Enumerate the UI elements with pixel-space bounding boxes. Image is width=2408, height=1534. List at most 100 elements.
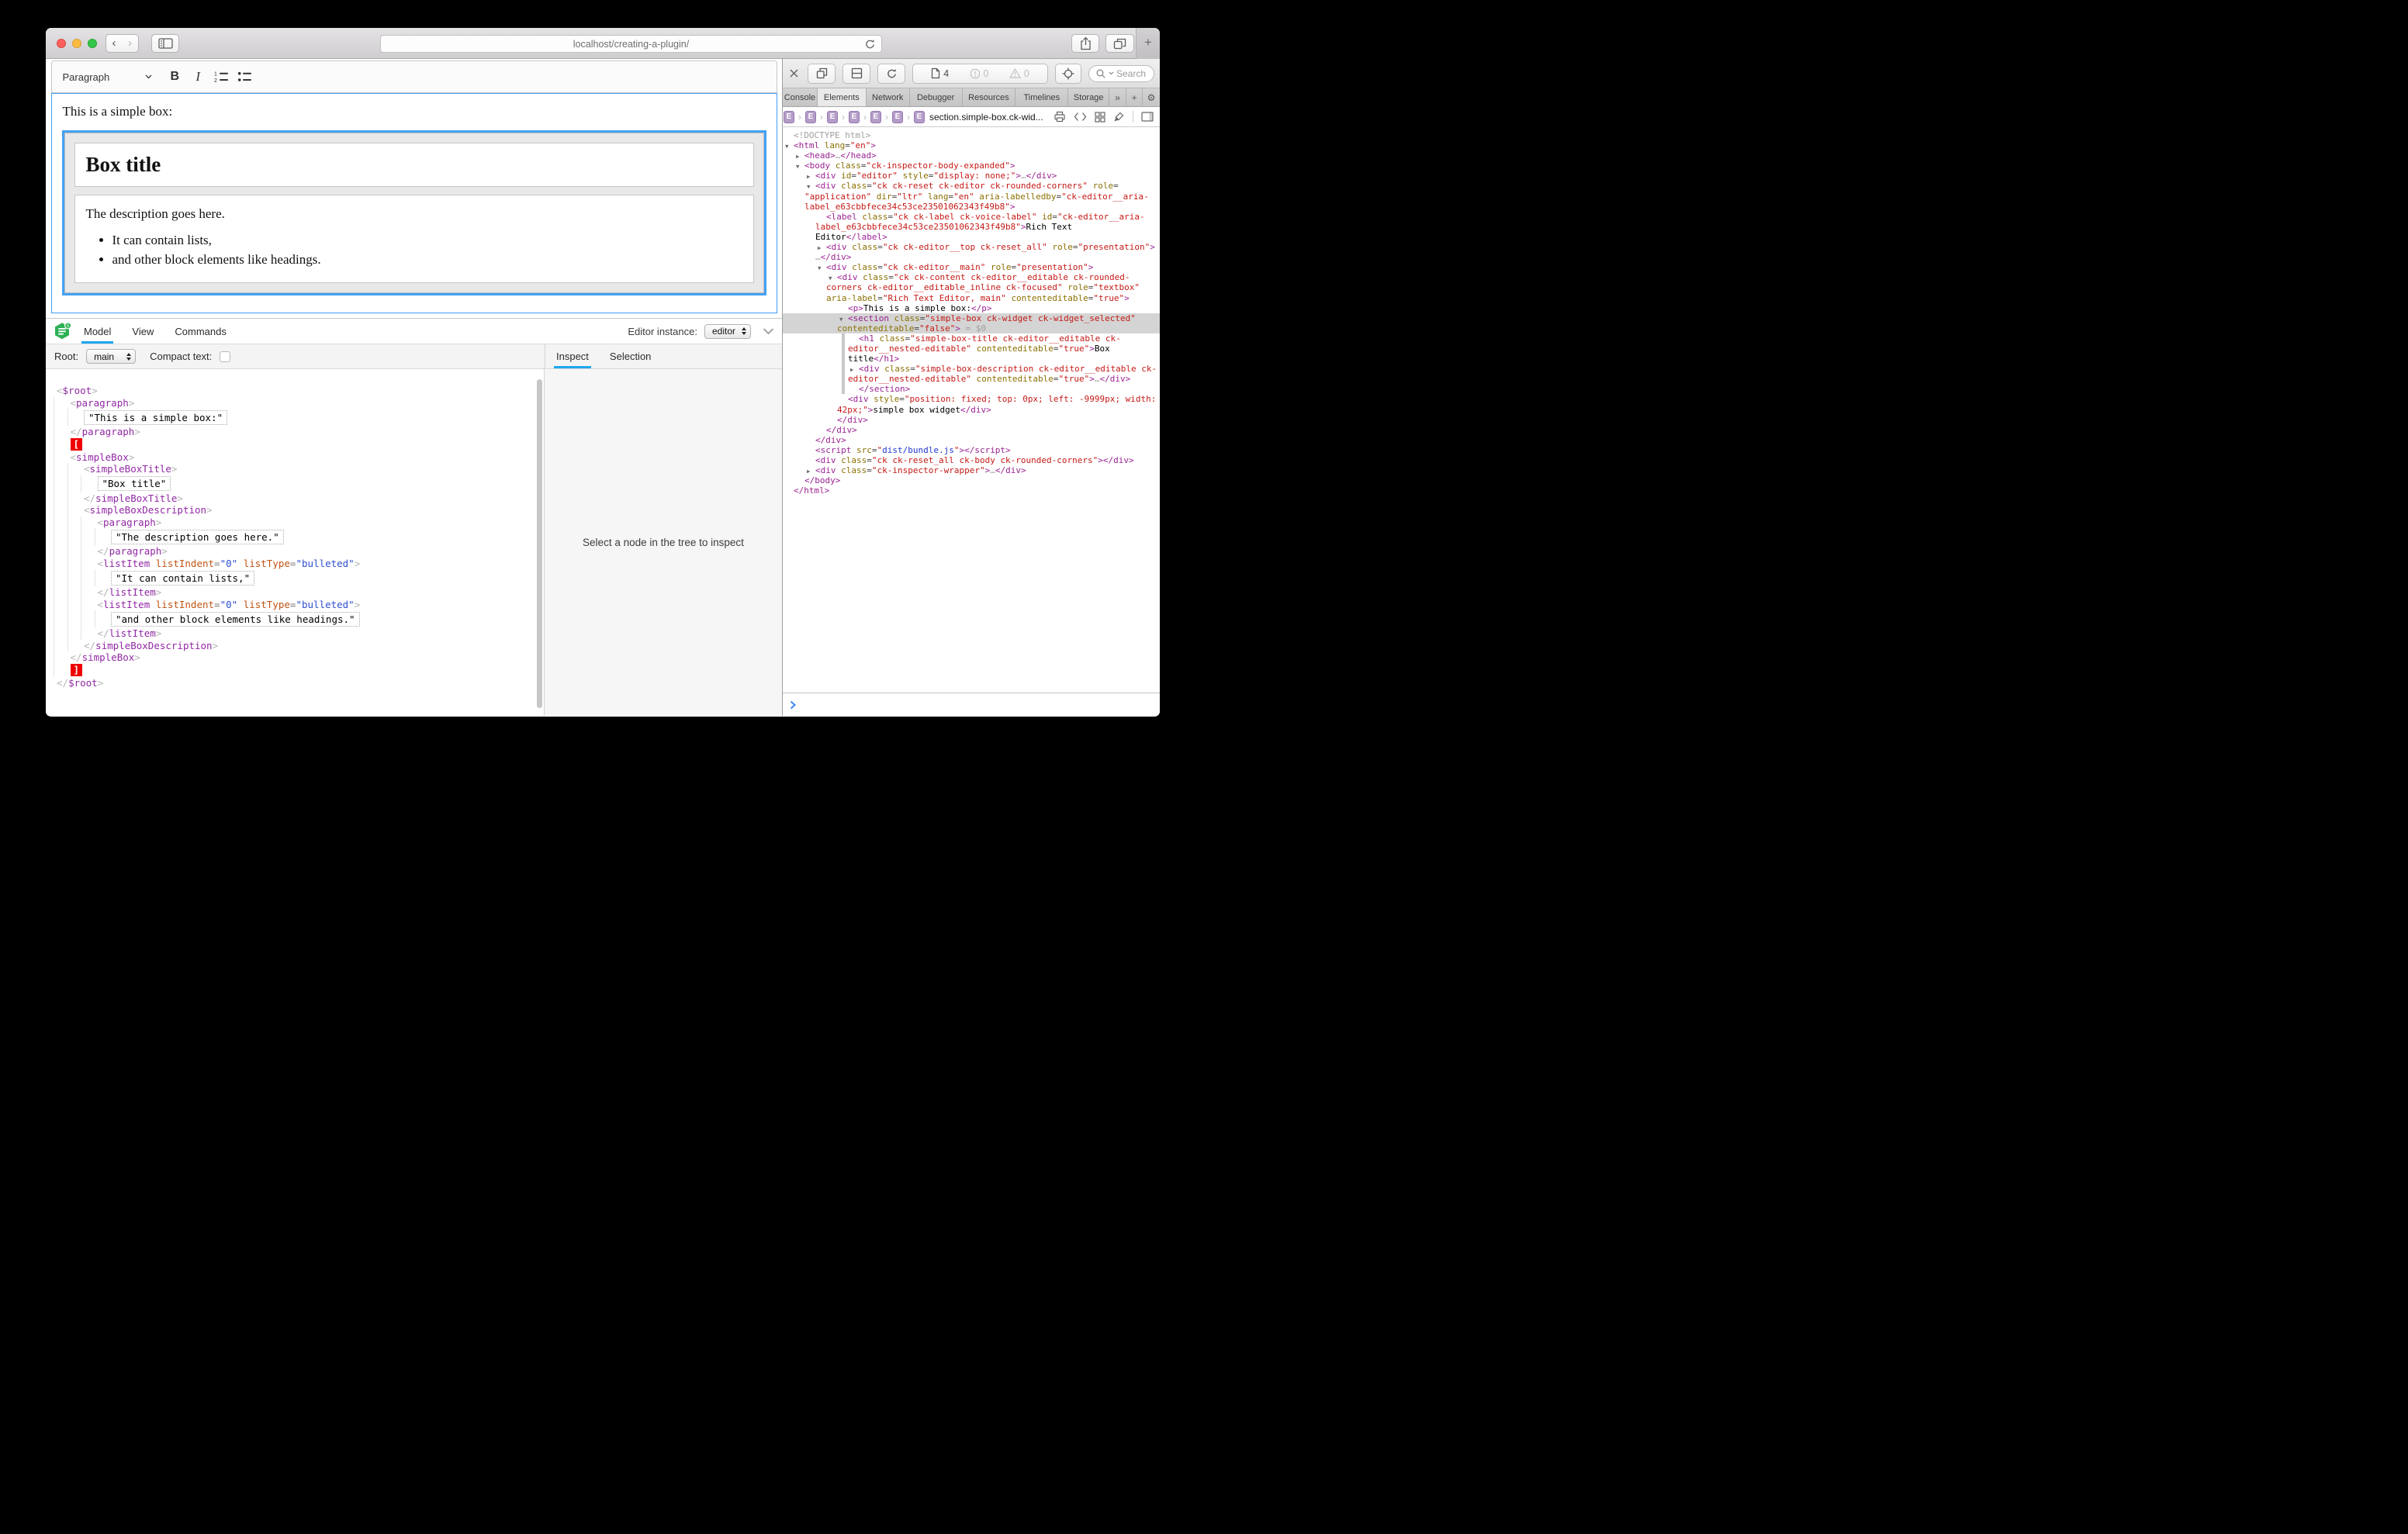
breadcrumb-element-badge[interactable]: E	[849, 111, 860, 123]
model-node-simpleBoxDescription[interactable]: </simpleBoxDescription>	[84, 640, 544, 652]
new-tab-button[interactable]: +	[1136, 28, 1160, 59]
dom-line[interactable]: ▶<head>…</head>	[783, 150, 1160, 161]
detail-tab-inspect[interactable]: Inspect	[556, 344, 589, 368]
dom-line[interactable]: ▼<div class="ck ck-content ck-editor__ed…	[783, 272, 1160, 282]
dom-line[interactable]: editor__nested-editable" contenteditable…	[783, 344, 1160, 354]
share-button[interactable]	[1071, 34, 1099, 53]
dom-line[interactable]: "application" dir="ltr" lang="en" aria-l…	[783, 192, 1160, 202]
dom-line[interactable]: …</div>	[783, 252, 1160, 262]
close-window-button[interactable]	[57, 39, 66, 48]
issues-group[interactable]: 4 0 0	[912, 64, 1048, 84]
dom-line[interactable]: </div>	[783, 425, 1160, 435]
dock-side-button[interactable]	[808, 64, 836, 84]
bulleted-list-button[interactable]	[233, 65, 256, 88]
model-node-simpleBox[interactable]: </simpleBox>	[71, 651, 545, 664]
model-node-simpleBoxTitle[interactable]: <simpleBoxTitle>	[84, 463, 544, 475]
root-select[interactable]: main	[86, 349, 136, 364]
devtools-tab-timelines[interactable]: Timelines	[1015, 88, 1068, 106]
model-node-simpleBoxTitle[interactable]: </simpleBoxTitle>	[84, 492, 544, 505]
editor-editable-area[interactable]: This is a simple box: Box title The desc…	[51, 93, 777, 313]
details-sidebar-icon[interactable]	[1141, 112, 1154, 122]
model-text-node[interactable]: "and other block elements like headings.…	[111, 610, 544, 627]
model-node-listItem[interactable]: <listItem listIndent="0" listType="bulle…	[98, 558, 545, 570]
devtools-tab-storage[interactable]: Storage	[1068, 88, 1109, 106]
sidebar-button[interactable]	[151, 34, 179, 53]
model-text-node[interactable]: "It can contain lists,"	[111, 569, 544, 586]
model-text-node[interactable]: "Box title"	[98, 475, 545, 492]
model-node-listItem[interactable]: <listItem listIndent="0" listType="bulle…	[98, 599, 545, 611]
dom-line[interactable]: </html>	[783, 485, 1160, 496]
heading-dropdown[interactable]: Paragraph	[63, 71, 153, 83]
dom-line[interactable]: ▶<div class="simple-box-description ck-e…	[783, 364, 1160, 374]
simple-box-title[interactable]: Box title	[74, 143, 754, 187]
detail-tab-selection[interactable]: Selection	[610, 344, 651, 368]
model-node-root[interactable]: </$root>	[57, 677, 544, 689]
simple-box-widget[interactable]: Box title The description goes here. It …	[64, 133, 764, 293]
dom-line[interactable]: 42px;">simple box widget</div>	[783, 405, 1160, 415]
url-field[interactable]: localhost/creating-a-plugin/	[380, 35, 882, 53]
add-devtools-tab-button[interactable]: +	[1126, 88, 1143, 106]
dom-line[interactable]: label_e63cbbfece34c53ce23501062343f49b8"…	[783, 202, 1160, 212]
inspector-tab-commands[interactable]: Commands	[175, 319, 226, 344]
dom-line[interactable]: editor__nested-editable" contenteditable…	[783, 374, 1160, 384]
model-node-paragraph[interactable]: </paragraph>	[98, 545, 545, 558]
list-item[interactable]: and other block elements like headings.	[112, 251, 742, 268]
minimize-window-button[interactable]	[72, 39, 81, 48]
devtools-search-field[interactable]: Search	[1088, 65, 1154, 82]
dom-line[interactable]: corners ck-editor__editable_inline ck-fo…	[783, 282, 1160, 292]
dom-line[interactable]: </body>	[783, 475, 1160, 485]
dom-line[interactable]: <div class="ck ck-reset_all ck-body ck-r…	[783, 455, 1160, 465]
bold-button[interactable]: B	[163, 65, 186, 88]
dom-line[interactable]: ▶<div class="ck ck-editor__top ck-reset_…	[783, 242, 1160, 252]
console-prompt-row[interactable]	[783, 693, 1160, 716]
breadcrumb-element-badge[interactable]: E	[914, 111, 925, 123]
show-source-icon[interactable]	[1074, 112, 1087, 122]
forward-button[interactable]: ›	[122, 34, 139, 53]
devtools-reload-button[interactable]	[877, 64, 905, 84]
breadcrumb-label[interactable]: section.simple-box.ck-wid...	[929, 112, 1043, 123]
more-tabs-button[interactable]: »	[1109, 88, 1126, 106]
list-item[interactable]: It can contain lists,	[112, 232, 742, 249]
dom-line[interactable]: <!DOCTYPE html>	[783, 130, 1160, 140]
layout-grid-icon[interactable]	[1095, 112, 1105, 123]
model-text-node[interactable]: "The description goes here."	[111, 528, 544, 545]
devtools-settings-button[interactable]: ⚙	[1143, 88, 1160, 106]
back-button[interactable]: ‹	[106, 34, 123, 53]
breadcrumb-element-badge[interactable]: E	[892, 111, 903, 123]
tree-scrollbar[interactable]	[537, 379, 542, 708]
editor-instance-select[interactable]: editor	[704, 324, 751, 339]
element-picker-button[interactable]	[1055, 64, 1081, 84]
dom-line[interactable]: contenteditable="false"> = $0	[783, 323, 1160, 333]
dom-line[interactable]: ▼<div class="ck ck-reset ck-editor ck-ro…	[783, 181, 1160, 191]
description-paragraph[interactable]: The description goes here.	[86, 206, 742, 222]
model-node-listItem[interactable]: </listItem>	[98, 627, 545, 640]
dom-line[interactable]: <p>This is a simple box:</p>	[783, 303, 1160, 313]
close-devtools-button[interactable]	[787, 69, 801, 78]
breadcrumb-element-badge[interactable]: E	[805, 111, 816, 123]
dom-line[interactable]: title</h1>	[783, 354, 1160, 364]
dom-line[interactable]: ▼<body class="ck-inspector-body-expanded…	[783, 161, 1160, 171]
dom-line[interactable]: <div style="position: fixed; top: 0px; l…	[783, 394, 1160, 404]
compact-text-checkbox[interactable]	[220, 351, 230, 362]
devtools-tab-network[interactable]: Network	[867, 88, 910, 106]
intro-paragraph[interactable]: This is a simple box:	[63, 104, 766, 119]
reload-button[interactable]	[864, 38, 876, 54]
model-node-simpleBoxDescription[interactable]: <simpleBoxDescription>	[84, 504, 544, 517]
dom-line[interactable]: Editor</label>	[783, 232, 1160, 242]
paint-flashing-icon[interactable]	[1113, 111, 1125, 123]
breadcrumb-element-badge[interactable]: E	[870, 111, 881, 123]
inspector-tab-model[interactable]: Model	[84, 319, 111, 344]
dom-line[interactable]: ▼<html lang="en">	[783, 140, 1160, 150]
show-all-tabs-button[interactable]	[1105, 34, 1134, 53]
dom-line[interactable]: aria-label="Rich Text Editor, main" cont…	[783, 293, 1160, 303]
dom-line[interactable]: ▼<section class="simple-box ck-widget ck…	[783, 313, 1160, 323]
devtools-tab-elements[interactable]: Elements	[818, 88, 867, 106]
dom-line[interactable]: ▶<div class="ck-inspector-wrapper">…</di…	[783, 465, 1160, 475]
model-node-paragraph[interactable]: <paragraph>	[98, 517, 545, 529]
dom-line[interactable]: </section>	[783, 384, 1160, 394]
model-node-simpleBox[interactable]: <simpleBox>	[71, 451, 545, 464]
dom-line[interactable]: <label class="ck ck-label ck-voice-label…	[783, 212, 1160, 222]
model-node-paragraph[interactable]: <paragraph>	[71, 397, 545, 409]
devtools-tab-resources[interactable]: Resources	[963, 88, 1016, 106]
dom-line[interactable]: <h1 class="simple-box-title ck-editor__e…	[783, 333, 1160, 344]
